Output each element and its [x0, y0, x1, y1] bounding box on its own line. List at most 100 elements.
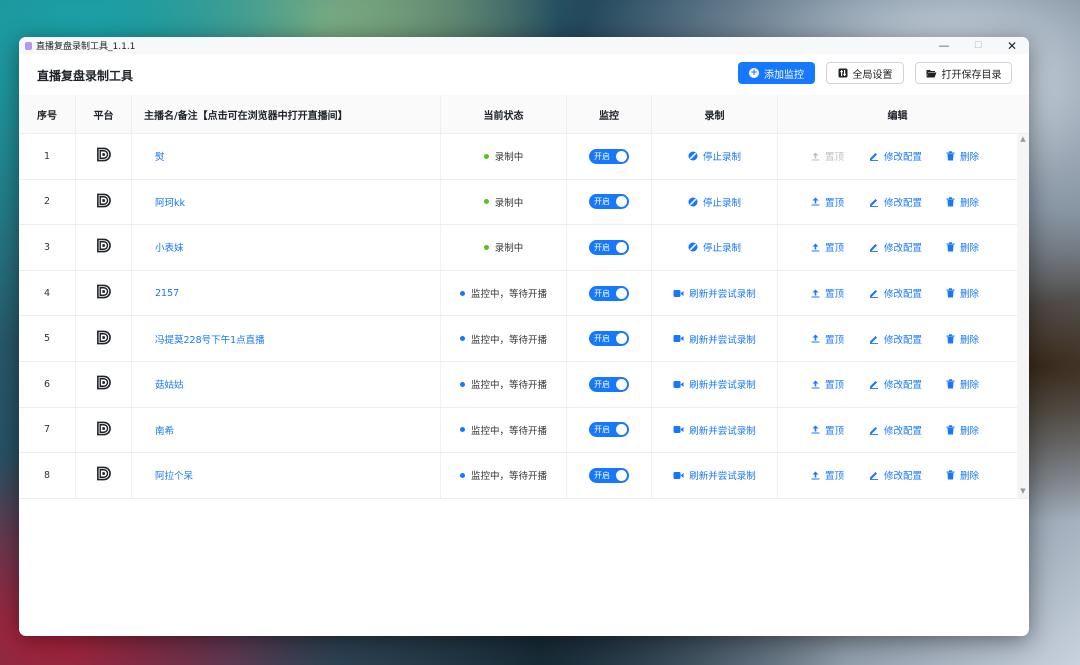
delete-button[interactable]: 删除 [946, 195, 979, 209]
record-action-button[interactable]: 停止录制 [688, 195, 741, 209]
record-action-button[interactable]: 刷新并尝试录制 [673, 423, 756, 437]
streamer-name-link[interactable]: 2157 [132, 270, 441, 316]
edit-config-button[interactable]: 修改配置 [869, 286, 922, 300]
platform-cell [76, 270, 132, 316]
edit-config-button[interactable]: 修改配置 [869, 423, 922, 437]
streamer-name-link[interactable]: 南希 [132, 407, 441, 453]
col-record: 录制 [652, 95, 778, 133]
trash-icon [946, 242, 955, 252]
monitor-cell: 开启 [567, 407, 652, 453]
title-bar: 直播复盘录制工具_1.1.1 — ☐ ✕ [19, 37, 1029, 54]
status-dot-icon [459, 336, 465, 342]
edit-cell: 置顶 修改配置 删除 [778, 134, 1017, 179]
status-dot-icon [483, 153, 489, 159]
maximize-button[interactable]: ☐ [961, 37, 995, 54]
delete-button[interactable]: 删除 [946, 377, 979, 391]
record-action-button[interactable]: 停止录制 [688, 149, 741, 163]
table-row: 4 2157 监控中，等待开播 开启 刷新并尝试录制 置顶 修改配置 删除 [19, 270, 1029, 317]
streamer-name-link[interactable]: 菇姑姑 [132, 361, 441, 407]
open-folder-button[interactable]: 打开保存目录 [915, 62, 1012, 84]
edit-config-button[interactable]: 修改配置 [869, 377, 922, 391]
scroll-up-arrow-icon[interactable]: ▲ [1017, 134, 1029, 144]
record-action-label: 刷新并尝试录制 [689, 334, 756, 346]
video-icon [673, 425, 684, 434]
delete-label: 删除 [960, 471, 980, 483]
streamer-name-link[interactable]: 冯提莫228号下午1点直播 [132, 316, 441, 361]
edit-cell: 置顶 修改配置 删除 [778, 180, 1017, 225]
edit-config-label: 修改配置 [884, 243, 923, 255]
edit-config-button[interactable]: 修改配置 [869, 149, 922, 163]
add-monitor-button[interactable]: + 添加监控 [738, 62, 815, 84]
edit-icon [869, 425, 879, 435]
status-text: 录制中 [494, 152, 524, 164]
record-action-button[interactable]: 刷新并尝试录制 [673, 286, 756, 300]
monitor-toggle[interactable]: 开启 [589, 331, 629, 347]
edit-icon [869, 470, 879, 481]
table-row: 7 南希 监控中，等待开播 开启 刷新并尝试录制 置顶 修改配置 删除 [19, 407, 1029, 454]
row-index: 5 [19, 316, 76, 361]
row-index: 3 [19, 225, 76, 270]
delete-button[interactable]: 删除 [946, 468, 979, 482]
monitor-toggle[interactable]: 开启 [589, 467, 629, 483]
record-action-button[interactable]: 停止录制 [688, 240, 741, 254]
pin-top-label: 置顶 [825, 289, 845, 301]
pin-top-button[interactable]: 置顶 [811, 468, 844, 482]
streamer-name-link[interactable]: 阿珂kk [132, 179, 441, 225]
row-index: 7 [19, 407, 76, 453]
delete-button[interactable]: 删除 [946, 423, 979, 437]
platform-cell [76, 225, 132, 270]
pin-top-label: 置顶 [825, 197, 845, 209]
close-button[interactable]: ✕ [995, 37, 1029, 54]
toggle-label: 开启 [594, 242, 610, 252]
trash-icon [946, 333, 955, 344]
platform-cell [76, 453, 132, 498]
table-scrollbar[interactable]: ▲ ▼ [1017, 134, 1029, 496]
monitor-toggle[interactable]: 开启 [589, 376, 629, 392]
record-action-button[interactable]: 刷新并尝试录制 [673, 377, 756, 391]
douyin-logo-icon [96, 238, 111, 256]
scroll-down-arrow-icon[interactable]: ▼ [1017, 486, 1029, 496]
delete-button[interactable]: 删除 [946, 332, 979, 346]
status-dot-icon [459, 427, 465, 433]
status-dot-icon [459, 472, 465, 478]
monitor-toggle[interactable]: 开启 [589, 194, 629, 210]
pin-top-button[interactable]: 置顶 [811, 332, 844, 346]
pin-top-button[interactable]: 置顶 [811, 377, 844, 391]
monitor-toggle[interactable]: 开启 [589, 422, 629, 438]
edit-config-button[interactable]: 修改配置 [869, 332, 922, 346]
pin-top-button[interactable]: 置顶 [811, 240, 844, 254]
monitor-toggle[interactable]: 开启 [589, 285, 629, 301]
delete-button[interactable]: 删除 [946, 286, 979, 300]
edit-config-button[interactable]: 修改配置 [869, 240, 922, 254]
pin-top-button[interactable]: 置顶 [811, 149, 844, 163]
edit-config-button[interactable]: 修改配置 [869, 195, 922, 209]
minimize-button[interactable]: — [927, 37, 961, 54]
toggle-knob [616, 241, 627, 253]
pin-top-button[interactable]: 置顶 [811, 195, 844, 209]
streamer-name-link[interactable]: 小表妹 [132, 225, 441, 270]
pin-top-icon [811, 152, 820, 161]
streamer-name-link[interactable]: 熨 [132, 134, 441, 179]
global-settings-label: 全局设置 [852, 69, 893, 81]
record-action-label: 刷新并尝试录制 [689, 289, 756, 301]
edit-cell: 置顶 修改配置 删除 [778, 453, 1017, 498]
record-action-button[interactable]: 刷新并尝试录制 [673, 468, 756, 482]
col-name: 主播名/备注【点击可在浏览器中打开直播间】 [132, 95, 441, 133]
global-settings-button[interactable]: 全局设置 [826, 62, 904, 84]
col-state: 当前状态 [441, 95, 567, 133]
monitor-toggle[interactable]: 开启 [589, 239, 629, 255]
pin-top-button[interactable]: 置顶 [811, 286, 844, 300]
edit-config-button[interactable]: 修改配置 [869, 468, 922, 482]
monitor-toggle[interactable]: 开启 [589, 148, 629, 164]
pin-top-icon [811, 243, 820, 252]
edit-config-label: 修改配置 [884, 425, 923, 437]
streamer-name-link[interactable]: 阿拉个呆 [132, 453, 441, 498]
edit-config-label: 修改配置 [884, 334, 923, 346]
delete-button[interactable]: 删除 [946, 149, 979, 163]
pin-top-icon [811, 334, 820, 343]
app-window: 直播复盘录制工具_1.1.1 — ☐ ✕ 直播复盘录制工具 + 添加监控 全局设… [19, 37, 1029, 636]
pin-top-button[interactable]: 置顶 [811, 423, 844, 437]
delete-button[interactable]: 删除 [946, 240, 979, 254]
edit-cell: 置顶 修改配置 删除 [778, 316, 1017, 361]
record-action-button[interactable]: 刷新并尝试录制 [673, 332, 756, 346]
